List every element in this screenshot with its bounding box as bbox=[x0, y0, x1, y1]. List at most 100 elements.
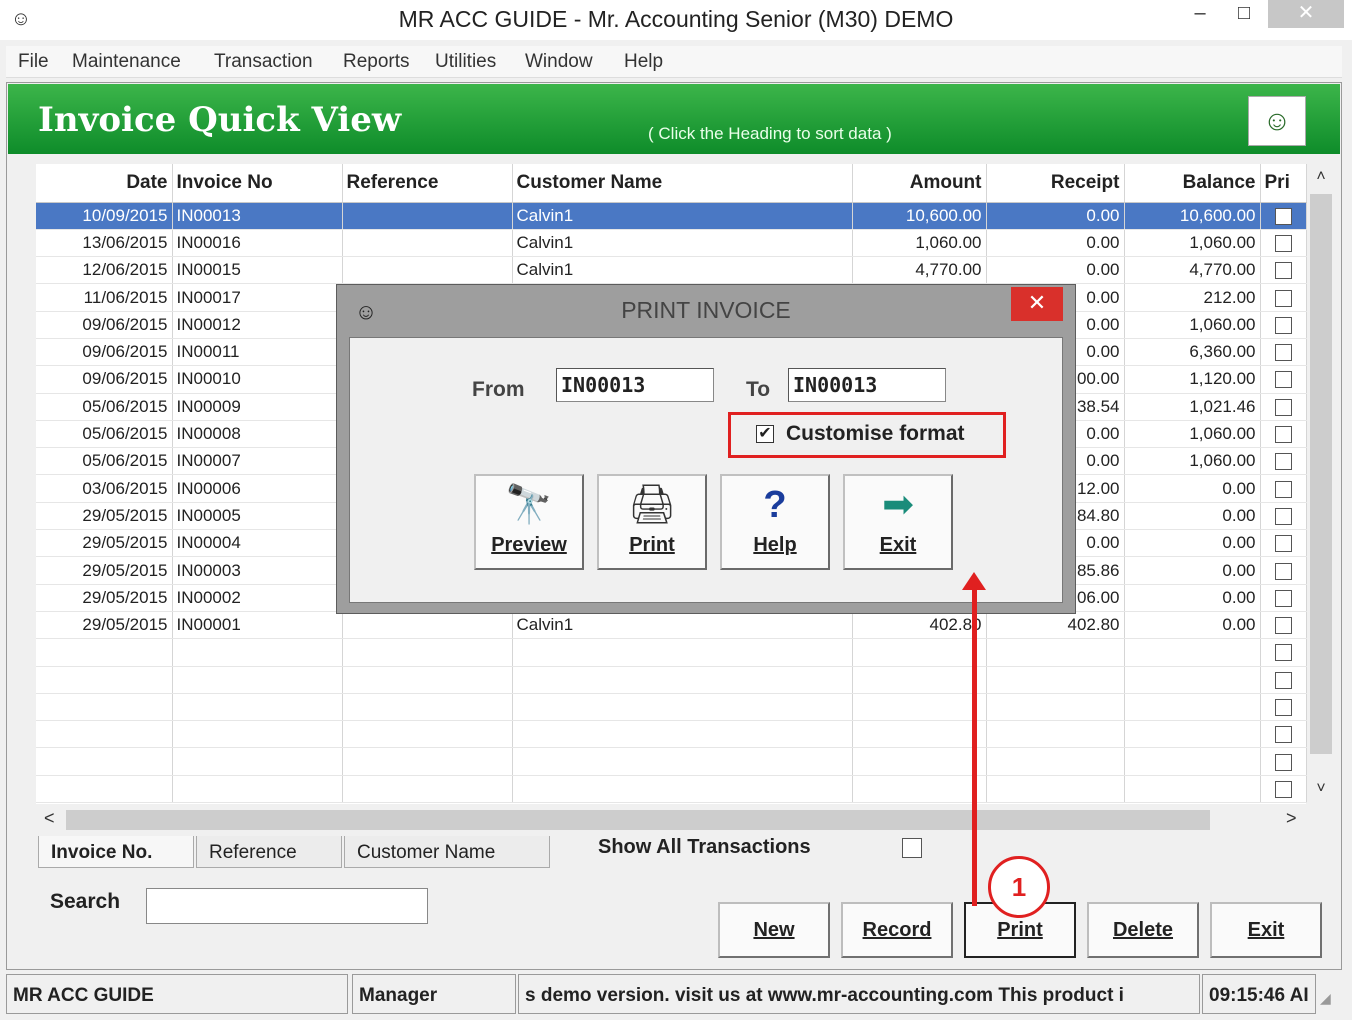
exit-button[interactable]: Exit bbox=[1210, 902, 1322, 958]
table-row[interactable] bbox=[36, 747, 1307, 776]
print-select-checkbox[interactable] bbox=[1274, 753, 1292, 771]
print-select-checkbox[interactable] bbox=[1274, 234, 1292, 252]
tab-customer-name[interactable]: Customer Name bbox=[344, 836, 550, 868]
cell-amount bbox=[852, 638, 987, 667]
cell-date: 05/06/2015 bbox=[36, 393, 173, 421]
vertical-scrollbar[interactable]: ˄ ˅ bbox=[1308, 164, 1334, 804]
vertical-scroll-thumb[interactable] bbox=[1310, 194, 1332, 754]
print-select-checkbox[interactable] bbox=[1274, 207, 1292, 225]
delete-button[interactable]: Delete bbox=[1087, 902, 1199, 958]
cell-balance: 0.00 bbox=[1124, 611, 1261, 640]
table-row[interactable] bbox=[36, 775, 1307, 804]
table-row[interactable]: 13/06/2015 IN00016 Calvin1 1,060.00 0.00 1,06… bbox=[36, 229, 1307, 258]
customise-format-checkbox[interactable]: ✔ bbox=[756, 425, 774, 443]
dialog-exit-button[interactable]: ➡ Exit bbox=[843, 474, 953, 570]
print-select-checkbox[interactable] bbox=[1274, 562, 1292, 580]
dialog-print-button[interactable]: 🖨 Print bbox=[597, 474, 707, 570]
annotation-arrow-head bbox=[962, 572, 986, 590]
cell-print bbox=[1260, 529, 1307, 558]
column-header-date[interactable]: Date bbox=[36, 164, 173, 203]
column-header-receipt[interactable]: Receipt bbox=[986, 164, 1125, 203]
print-select-checkbox[interactable] bbox=[1274, 316, 1292, 334]
new-button[interactable]: New bbox=[718, 902, 830, 958]
cell-balance: 4,770.00 bbox=[1124, 256, 1261, 285]
from-invoice-field[interactable] bbox=[556, 368, 714, 402]
print-select-checkbox[interactable] bbox=[1274, 262, 1292, 280]
print-select-checkbox[interactable] bbox=[1274, 780, 1292, 798]
print-select-checkbox[interactable] bbox=[1274, 644, 1292, 662]
print-select-checkbox[interactable] bbox=[1274, 426, 1292, 444]
menu-reports[interactable]: Reports bbox=[343, 51, 410, 73]
table-row[interactable]: 10/09/2015 IN00013 Calvin1 10,600.00 0.00 10,… bbox=[36, 202, 1307, 230]
tab-invoice-no[interactable]: Invoice No. bbox=[38, 836, 194, 868]
menu-window[interactable]: Window bbox=[525, 51, 593, 73]
print-select-checkbox[interactable] bbox=[1274, 671, 1292, 689]
scroll-left-icon[interactable]: < bbox=[44, 808, 55, 829]
cell-invoice-no: IN00015 bbox=[172, 256, 343, 285]
menu-file[interactable]: File bbox=[18, 51, 49, 73]
cell-balance: 0.00 bbox=[1124, 529, 1261, 558]
cell-date: 29/05/2015 bbox=[36, 556, 173, 585]
maximize-button[interactable]: □ bbox=[1224, 0, 1264, 28]
cell-reference bbox=[342, 666, 513, 694]
cell-balance: 212.00 bbox=[1124, 283, 1261, 312]
tab-reference[interactable]: Reference bbox=[196, 836, 342, 868]
cell-balance bbox=[1124, 693, 1261, 722]
column-header-customer-name[interactable]: Customer Name bbox=[512, 164, 853, 203]
menu-utilities[interactable]: Utilities bbox=[435, 51, 496, 73]
menu-transaction[interactable]: Transaction bbox=[214, 51, 313, 73]
resize-grip-icon[interactable]: ◢ bbox=[1320, 990, 1338, 1008]
search-input[interactable] bbox=[146, 888, 428, 924]
table-row[interactable]: 12/06/2015 IN00015 Calvin1 4,770.00 0.00 4,77… bbox=[36, 256, 1307, 285]
minimize-button[interactable]: – bbox=[1180, 0, 1220, 28]
cell-invoice-no bbox=[172, 775, 343, 804]
print-select-checkbox[interactable] bbox=[1274, 398, 1292, 416]
column-header-reference[interactable]: Reference bbox=[342, 164, 513, 203]
cell-receipt bbox=[986, 693, 1125, 722]
print-select-checkbox[interactable] bbox=[1274, 617, 1292, 635]
column-header-print[interactable]: Pri bbox=[1260, 164, 1307, 203]
customise-format-label[interactable]: Customise format bbox=[786, 422, 965, 446]
grid-header-row: Date Invoice No Reference Customer Name … bbox=[36, 164, 1307, 203]
table-row[interactable] bbox=[36, 666, 1307, 694]
print-select-checkbox[interactable] bbox=[1274, 371, 1292, 389]
print-select-checkbox[interactable] bbox=[1274, 453, 1292, 471]
close-button[interactable]: ✕ bbox=[1268, 0, 1344, 28]
cell-invoice-no: IN00005 bbox=[172, 502, 343, 531]
print-select-checkbox[interactable] bbox=[1274, 589, 1292, 607]
cell-date: 09/06/2015 bbox=[36, 311, 173, 339]
column-header-balance[interactable]: Balance bbox=[1124, 164, 1261, 203]
menu-maintenance[interactable]: Maintenance bbox=[72, 51, 181, 73]
printer-icon: 🖨 bbox=[627, 484, 677, 526]
cell-date: 29/05/2015 bbox=[36, 529, 173, 558]
scroll-right-icon[interactable]: > bbox=[1286, 808, 1297, 829]
print-select-checkbox[interactable] bbox=[1274, 535, 1292, 553]
menu-help[interactable]: Help bbox=[624, 51, 663, 73]
show-all-transactions-checkbox[interactable] bbox=[902, 838, 922, 858]
print-select-checkbox[interactable] bbox=[1274, 480, 1292, 498]
print-select-checkbox[interactable] bbox=[1274, 507, 1292, 525]
dialog-help-button[interactable]: ? Help bbox=[720, 474, 830, 570]
horizontal-scroll-thumb[interactable] bbox=[66, 810, 1210, 830]
preview-button[interactable]: 🔭 Preview bbox=[474, 474, 584, 570]
print-select-checkbox[interactable] bbox=[1274, 289, 1292, 307]
print-select-checkbox[interactable] bbox=[1274, 344, 1292, 362]
print-select-checkbox[interactable] bbox=[1274, 699, 1292, 716]
cell-customer-name bbox=[512, 638, 853, 667]
cell-balance: 1,060.00 bbox=[1124, 229, 1261, 258]
table-row[interactable] bbox=[36, 720, 1307, 749]
horizontal-scrollbar[interactable]: < > bbox=[36, 808, 1334, 832]
scroll-down-icon[interactable]: ˅ bbox=[1308, 780, 1334, 798]
record-button[interactable]: Record bbox=[841, 902, 953, 958]
dialog-close-button[interactable]: ✕ bbox=[1011, 287, 1063, 321]
cell-receipt bbox=[986, 747, 1125, 776]
table-row[interactable] bbox=[36, 638, 1307, 667]
to-invoice-field[interactable] bbox=[788, 368, 946, 402]
cell-amount bbox=[852, 720, 987, 749]
table-row[interactable]: 29/05/2015 IN00001 Calvin1 402.80 402.80 0.00 bbox=[36, 611, 1307, 640]
column-header-invoice-no[interactable]: Invoice No bbox=[172, 164, 343, 203]
table-row[interactable] bbox=[36, 693, 1307, 722]
print-select-checkbox[interactable] bbox=[1274, 726, 1292, 744]
column-header-amount[interactable]: Amount bbox=[852, 164, 987, 203]
scroll-up-icon[interactable]: ˄ bbox=[1308, 168, 1334, 186]
